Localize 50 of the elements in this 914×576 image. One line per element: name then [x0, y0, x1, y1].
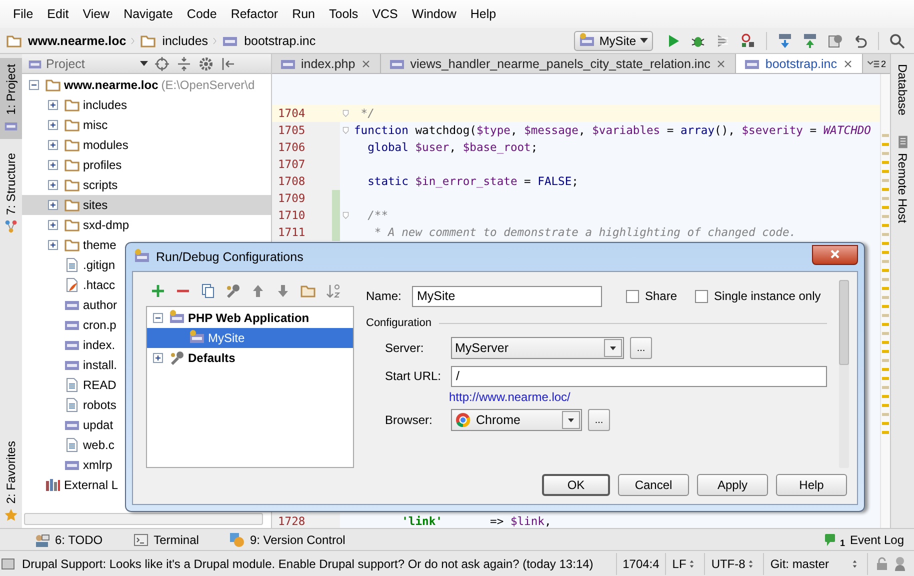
- code-line: /**: [366, 208, 388, 224]
- line-number: 1704: [277, 107, 306, 120]
- tree-item-label: sxd-dmp: [83, 218, 130, 232]
- tree-item-label: scripts: [83, 178, 118, 192]
- line-number: 1711: [277, 226, 306, 239]
- code-line: function watchdog($type, $message, $variables = array(), $severity = WATCHDO: [354, 123, 871, 139]
- server-label: Server:: [385, 341, 425, 355]
- code-line: */: [360, 106, 374, 122]
- browser-label: Browser:: [385, 413, 434, 427]
- tree-item-label: PHP Web Application: [188, 311, 310, 325]
- name-label: Name:: [366, 289, 402, 303]
- line-number: 1705: [277, 124, 306, 137]
- line-number: 1710: [277, 209, 306, 222]
- tree-item-label: sites: [83, 198, 108, 212]
- code-line: * A new comment to demonstrate a highlighting of changed code.: [373, 225, 796, 241]
- tree-item-label: .gitign: [83, 258, 116, 272]
- tree-item-label: author: [83, 298, 118, 312]
- line-number: 1706: [277, 141, 306, 154]
- tree-item-label: misc: [83, 118, 108, 132]
- code-line: static $in_error_state = FALSE;: [366, 174, 578, 190]
- tree-item-label: MySite: [208, 331, 245, 345]
- tree-item-label: Defaults: [188, 351, 236, 365]
- code-line: global $user, $base_root;: [366, 140, 538, 156]
- tree-item-label: modules: [83, 138, 128, 152]
- line-number: 1707: [277, 158, 306, 171]
- tree-item-label: updat: [83, 418, 114, 432]
- tree-item-label: .htacc: [83, 278, 116, 292]
- url-label: Start URL:: [385, 369, 442, 383]
- project-path: (E:\OpenServer\d: [161, 78, 255, 92]
- line-number: 1728: [277, 515, 306, 528]
- tree-item-label: web.c: [83, 438, 114, 452]
- line-number: 1709: [277, 192, 306, 205]
- tree-item-label: www.nearme.loc: [64, 78, 158, 92]
- checkbox-label: Single instance only: [714, 289, 821, 303]
- status-message: Drupal Support: Looks like it's a Drupal module. Enable Drupal support? Or do not ask again? (today 13:14): [21, 556, 594, 570]
- line-number: 1708: [277, 175, 306, 188]
- tree-item-label: includes: [83, 98, 128, 112]
- tree-item-label: External L: [64, 478, 118, 492]
- tree-item-label: install.: [83, 358, 118, 372]
- tree-item-label: xmlrp: [83, 458, 112, 472]
- section-title: Configuration: [366, 317, 432, 329]
- tree-item-label: READ: [83, 378, 116, 392]
- dialog-title: Run/Debug Configurations: [156, 250, 304, 264]
- tree-item-label: profiles: [83, 158, 122, 172]
- tree-item-label: robots: [83, 398, 116, 412]
- tree-item-label: index.: [83, 338, 116, 352]
- tree-item-label: cron.p: [83, 318, 116, 332]
- code-line: 'link' => $link,: [400, 514, 552, 528]
- tree-item-label: theme: [83, 238, 116, 252]
- checkbox-label: Share: [645, 289, 678, 303]
